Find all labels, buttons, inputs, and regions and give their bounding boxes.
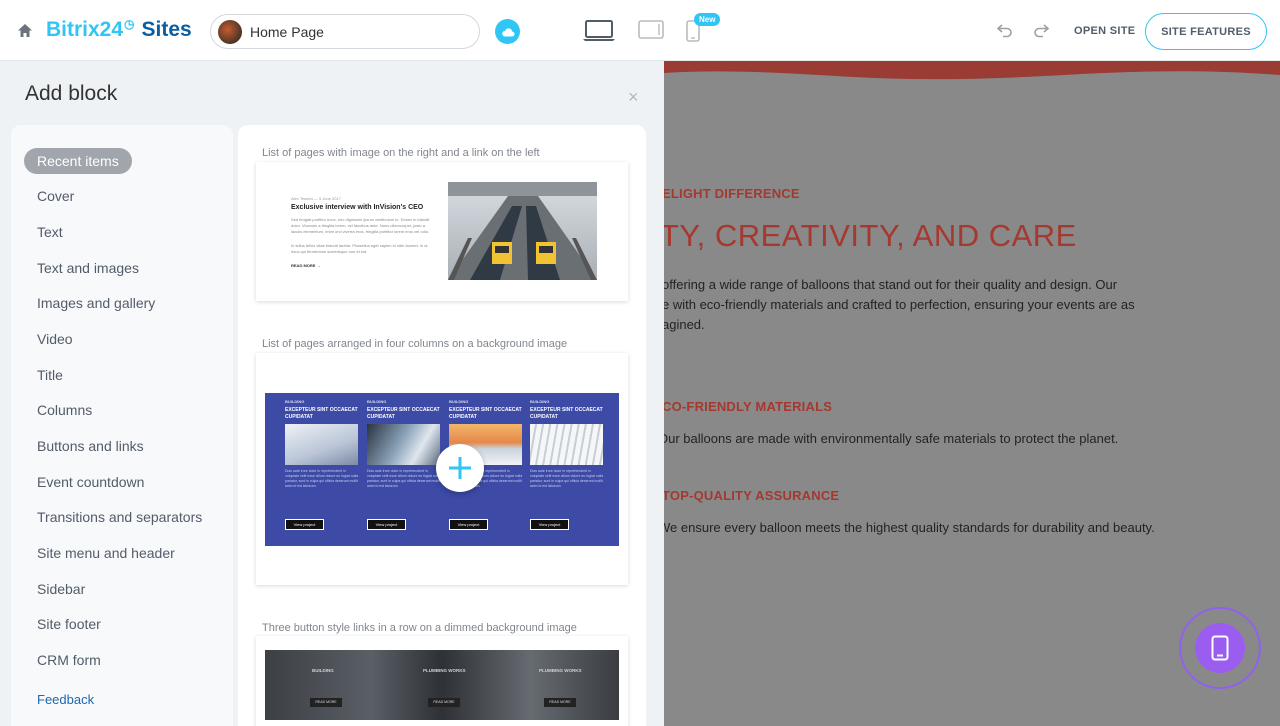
brand-logo[interactable]: Bitrix24 ◷ Sites [46, 17, 192, 42]
preview-column: BUILDING EXCEPTEUR SINT OCCAECAT CUPIDAT… [285, 399, 359, 489]
preview-read-more-button: READ MORE [428, 698, 460, 707]
category-text-and-images[interactable]: Text and images [37, 255, 139, 281]
block-preview-read-more: READ MORE → [291, 263, 321, 268]
block-list: List of pages with image on the right an… [238, 125, 646, 726]
site-features-button[interactable]: SITE FEATURES [1145, 13, 1267, 50]
category-title[interactable]: Title [37, 362, 63, 388]
block-caption: List of pages with image on the right an… [262, 147, 540, 159]
new-badge: New [694, 13, 721, 26]
mobile-preview-inner [1195, 623, 1245, 673]
mobile-preview-button[interactable] [1179, 607, 1261, 689]
redo-icon[interactable] [1032, 22, 1050, 38]
brand-b24: Bitrix24 [46, 18, 124, 41]
panel-title: Add block [25, 82, 118, 105]
preview-text-line: e with eco-friendly materials and crafte… [664, 297, 1135, 312]
category-text[interactable]: Text [37, 219, 63, 245]
preview-column: BUILDING EXCEPTEUR SINT OCCAECAT CUPIDAT… [367, 399, 441, 489]
phone-icon [1211, 635, 1229, 661]
block-card-pages-image-right[interactable]: Alex Teseira — 5 June 2017 Exclusive int… [256, 162, 628, 301]
preview-column-heading: EXCEPTEUR SINT OCCAECAT CUPIDATAT [449, 407, 522, 420]
category-columns[interactable]: Columns [37, 397, 92, 423]
undo-icon[interactable] [996, 22, 1014, 38]
category-images-and-gallery[interactable]: Images and gallery [37, 290, 155, 316]
page-name: Home Page [250, 23, 324, 40]
clock-icon: ◷ [124, 17, 135, 31]
block-preview-text: In tellus tellus vitae blandit lacinia. … [291, 243, 428, 254]
preview-button-label: PLUMBING WORKS [423, 668, 466, 673]
block-caption: Three button style links in a row on a d… [262, 622, 577, 634]
preview-button-label: PLUMBING WORKS [539, 668, 582, 673]
preview-text-quality: We ensure every balloon meets the highes… [664, 520, 1155, 535]
preview-column-image [285, 424, 358, 465]
category-site-menu-and-header[interactable]: Site menu and header [37, 540, 175, 566]
preview-column-button: View project [449, 519, 488, 530]
preview-column-tag: BUILDING [449, 399, 469, 404]
close-icon[interactable]: × [628, 87, 639, 108]
preview-column-heading: EXCEPTEUR SINT OCCAECAT CUPIDATAT [285, 407, 358, 420]
preview-column-button: View project [367, 519, 406, 530]
category-buttons-and-links[interactable]: Buttons and links [37, 433, 144, 459]
preview-text-line: agined. [664, 317, 705, 332]
top-bar: Bitrix24 ◷ Sites Home Page New OPEN SITE… [0, 0, 1280, 61]
block-preview-dimmed-background: BUILDING PLUMBING WORKS PLUMBING WORKS R… [265, 650, 619, 720]
category-event-countdown[interactable]: Event countdown [37, 469, 144, 495]
page-thumbnail [218, 19, 242, 44]
home-icon[interactable] [16, 22, 34, 40]
desktop-icon[interactable] [582, 20, 616, 42]
preview-read-more-button: READ MORE [544, 698, 576, 707]
preview-read-more-button: READ MORE [310, 698, 342, 707]
brand-sites: Sites [141, 18, 192, 41]
plus-icon [449, 457, 471, 479]
preview-column-heading: EXCEPTEUR SINT OCCAECAT CUPIDATAT [530, 407, 603, 420]
preview-column-text: Duis aute irure dolor in reprehenderit i… [285, 469, 359, 488]
preview-column-button: View project [285, 519, 324, 530]
preview-column-button: View project [530, 519, 569, 530]
category-sidebar: Recent items Cover Text Text and images … [11, 125, 233, 726]
category-sidebar[interactable]: Sidebar [37, 576, 85, 602]
page-selector[interactable]: Home Page [210, 14, 480, 49]
category-crm-form[interactable]: CRM form [37, 647, 101, 673]
preview-button-label: BUILDING [312, 668, 334, 673]
preview-column-tag: BUILDING [530, 399, 550, 404]
feedback-link[interactable]: Feedback [37, 692, 94, 707]
preview-heading: TY, CREATIVITY, AND CARE [664, 218, 1077, 253]
block-card-three-buttons[interactable]: BUILDING PLUMBING WORKS PLUMBING WORKS R… [256, 636, 628, 726]
decorative-wave [664, 61, 1280, 80]
preview-label-quality: TOP-QUALITY ASSURANCE [664, 488, 840, 503]
add-block-button[interactable] [436, 444, 484, 492]
category-site-footer[interactable]: Site footer [37, 611, 101, 637]
preview-column-tag: BUILDING [285, 399, 305, 404]
block-preview-meta: Alex Teseira — 5 June 2017 [291, 196, 341, 201]
block-caption: List of pages arranged in four columns o… [262, 338, 568, 350]
tablet-icon[interactable] [638, 20, 664, 40]
add-block-panel: Add block × Recent items Cover Text Text… [0, 61, 664, 726]
category-cover[interactable]: Cover [37, 183, 74, 209]
preview-column-text: Duis aute irure dolor in reprehenderit i… [530, 469, 604, 488]
block-preview-train-image [448, 182, 597, 280]
category-recent-items[interactable]: Recent items [24, 148, 132, 174]
preview-column-image [367, 424, 440, 465]
preview-column-tag: BUILDING [367, 399, 387, 404]
preview-column: BUILDING EXCEPTEUR SINT OCCAECAT CUPIDAT… [530, 399, 604, 489]
cloud-icon[interactable] [495, 19, 520, 44]
category-video[interactable]: Video [37, 326, 73, 352]
block-preview-title: Exclusive interview with InVision's CEO [291, 204, 424, 211]
preview-label-materials: CO-FRIENDLY MATERIALS [664, 399, 833, 414]
preview-label-difference: ELIGHT DIFFERENCE [664, 186, 800, 201]
block-card-four-columns[interactable]: BUILDING EXCEPTEUR SINT OCCAECAT CUPIDAT… [256, 353, 628, 585]
preview-column-image [530, 424, 603, 465]
preview-column-text: Duis aute irure dolor in reprehenderit i… [367, 469, 441, 488]
preview-column-heading: EXCEPTEUR SINT OCCAECAT CUPIDATAT [367, 407, 440, 420]
preview-text-line: offering a wide range of balloons that s… [664, 277, 1118, 292]
preview-text-materials: Our balloons are made with environmental… [664, 431, 1119, 446]
category-transitions-and-separators[interactable]: Transitions and separators [37, 504, 202, 530]
open-site-link[interactable]: OPEN SITE [1074, 25, 1135, 37]
block-preview-text: Sed feugiat porttitor nunc, nec dignissi… [291, 217, 430, 234]
